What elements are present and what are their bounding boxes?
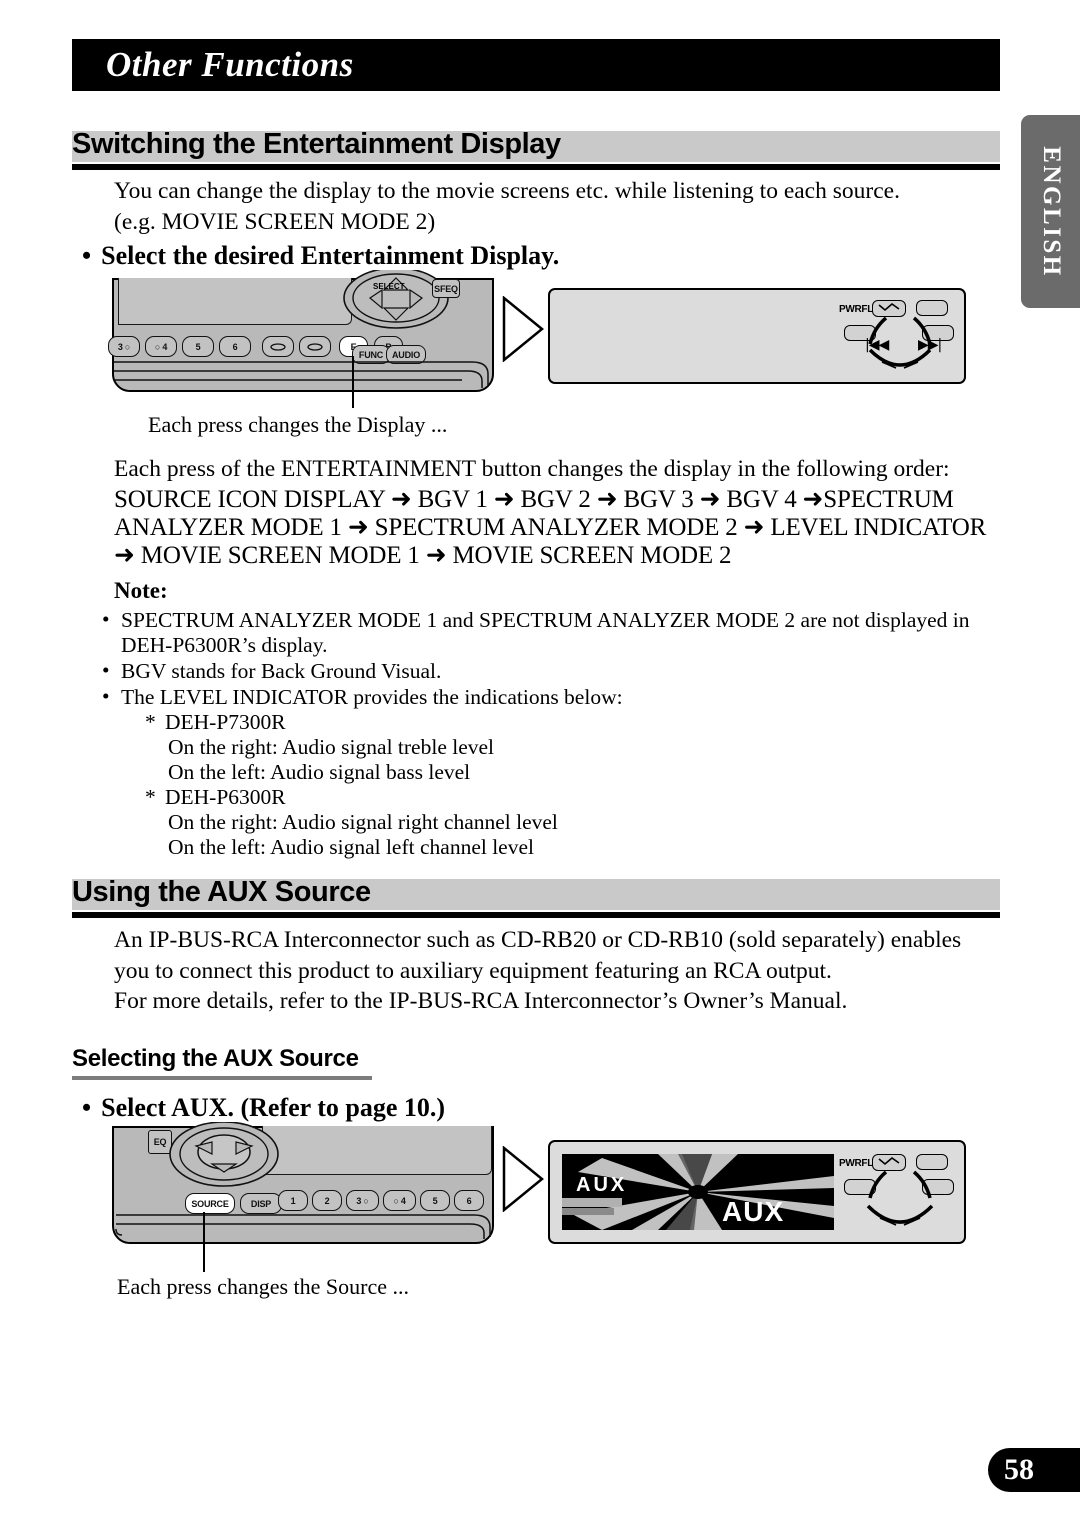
- preset-6-label: 6: [232, 341, 238, 352]
- aux-screen-label-large: AUX: [722, 1196, 785, 1227]
- section-heading-switching-entertainment-display: Switching the Entertainment Display: [72, 128, 1000, 170]
- head-unit-contour-lines: [114, 361, 489, 388]
- note-item-1-line2: DEH-P6300R’s display.: [121, 633, 328, 657]
- section2-bullet: • Select AUX. (Refer to page 10.): [82, 1093, 445, 1123]
- preset-1-label-bottom: 1: [290, 1195, 296, 1206]
- order-line-3: ➜ MOVIE SCREEN MODE 1 ➜ MOVIE SCREEN MOD…: [114, 542, 732, 569]
- section1-bullet: • Select the desired Entertainment Displa…: [82, 241, 559, 271]
- preset-6-label-bottom: 6: [466, 1195, 472, 1206]
- section1-bullet-text: Select the desired Entertainment Display…: [101, 241, 560, 270]
- heading-rule-2: [72, 912, 1000, 918]
- sfeq-label: SFEQ: [434, 283, 458, 294]
- oval-glyph-icon-2: [307, 342, 323, 351]
- note-bullet-icon-2: •: [102, 658, 110, 682]
- display-order-sequence: SOURCE ICON DISPLAY ➜ BGV 1 ➜ BGV 2 ➜ BG…: [114, 486, 994, 570]
- preset-4-label-bottom: ○ 4: [393, 1195, 406, 1206]
- aux-screen: AUX AUX: [562, 1154, 834, 1230]
- transport-arc-icon-top: [868, 316, 932, 369]
- star-icon-1: *: [145, 710, 156, 734]
- note-model-p7300r: * DEH-P7300R: [121, 710, 980, 735]
- bullet-dot-icon-2: •: [82, 1093, 92, 1122]
- preset-3-label: 3 ○: [117, 341, 131, 352]
- preset-4-label: ○ 4: [154, 341, 168, 352]
- note-item-1-line1: SPECTRUM ANALYZER MODE 1 and SPECTRUM AN…: [121, 608, 970, 632]
- subheading-selecting-aux-source: Selecting the AUX Source: [72, 1045, 432, 1080]
- note-item-2-text: BGV stands for Back Ground Visual.: [121, 659, 442, 683]
- order-line-2: ANALYZER MODE 1 ➜ SPECTRUM ANALYZER MODE…: [114, 514, 987, 541]
- note-model-p6300r: * DEH-P6300R: [121, 785, 980, 810]
- display-screen-top-blank: [562, 301, 834, 369]
- head-unit-contour-lines-bottom: [115, 1214, 491, 1239]
- heading-band-2: Using the AUX Source: [72, 876, 1000, 910]
- head-unit-display-window-bottom: [262, 1126, 492, 1175]
- section2-para1-line1: An IP-BUS-RCA Interconnector such as CD-…: [114, 927, 962, 953]
- subheading-text: Selecting the AUX Source: [72, 1045, 359, 1072]
- note-bullet-icon-1: •: [102, 607, 110, 631]
- sfeq-button[interactable]: SFEQ: [432, 279, 460, 298]
- head-unit-display-window: [118, 278, 352, 325]
- note-item-3: • The LEVEL INDICATOR provides the indic…: [100, 684, 980, 860]
- select-label: SELECT: [373, 282, 405, 291]
- bullet-dot-icon: •: [82, 241, 92, 270]
- note-title: Note:: [114, 578, 168, 603]
- note-item-3-text: The LEVEL INDICATOR provides the indicat…: [121, 685, 623, 709]
- aux-screen-label-small: AUX: [576, 1174, 628, 1196]
- heading-band: Switching the Entertainment Display: [72, 128, 1000, 162]
- eq-label: EQ: [153, 1137, 167, 1147]
- preset-3-label-bottom: 3 ○: [356, 1195, 369, 1206]
- note-p7300r-right: On the right: Audio signal treble level: [168, 735, 495, 759]
- display-panel-bottom-aux: AUX AUX PWRFL: [548, 1140, 966, 1244]
- note-model-p6300r-label: DEH-P6300R: [165, 785, 286, 809]
- section-heading-using-aux-source: Using the AUX Source: [72, 876, 1000, 918]
- note-item-1: • SPECTRUM ANALYZER MODE 1 and SPECTRUM …: [100, 607, 980, 658]
- caption-each-press-source: Each press changes the Source ...: [117, 1274, 410, 1299]
- leader-line-source: [203, 1212, 205, 1272]
- note-list: • SPECTRUM ANALYZER MODE 1 and SPECTRUM …: [100, 607, 980, 861]
- section1-intro-line1: You can change the display to the movie …: [114, 178, 900, 204]
- note-bullet-icon-3: •: [102, 684, 110, 708]
- section1-intro-line2: (e.g. MOVIE SCREEN MODE 2): [114, 209, 436, 235]
- subheading-rule: [72, 1076, 372, 1080]
- page-title: Other Functions: [106, 45, 354, 84]
- section2-paragraph-2: For more details, refer to the IP-BUS-RC…: [114, 988, 848, 1014]
- note-p6300r-left: On the left: Audio signal left channel l…: [168, 835, 534, 859]
- preset-2-label-bottom: 2: [324, 1195, 330, 1206]
- page-number: 58: [988, 1448, 1080, 1492]
- star-icon-2: *: [145, 785, 156, 809]
- order-intro: Each press of the ENTERTAINMENT button c…: [114, 456, 950, 482]
- order-line-1: SOURCE ICON DISPLAY ➜ BGV 1 ➜ BGV 2 ➜ BG…: [114, 486, 954, 513]
- preset-5-label: 5: [195, 341, 201, 352]
- page-title-bar: Other Functions: [72, 39, 1000, 91]
- flow-arrow-icon-top: [502, 296, 544, 362]
- section-heading-text: Switching the Entertainment Display: [72, 128, 561, 160]
- volume-dial-icon: [169, 1122, 279, 1187]
- oval-glyph-icon: [270, 342, 286, 351]
- note-p7300r-left: On the left: Audio signal bass level: [168, 760, 471, 784]
- section1-intro: You can change the display to the movie …: [114, 176, 974, 238]
- heading-rule: [72, 164, 1000, 170]
- flow-arrow-icon-bottom: [502, 1146, 544, 1212]
- note-model-p7300r-label: DEH-P7300R: [165, 710, 286, 734]
- note-p6300r-right: On the right: Audio signal right channel…: [168, 810, 558, 834]
- note-item-2: • BGV stands for Back Ground Visual.: [100, 658, 980, 684]
- language-tab-english: ENGLISH: [1021, 115, 1080, 308]
- transport-arc-icon-bottom: [866, 1170, 934, 1226]
- section2-paragraph-1: An IP-BUS-RCA Interconnector such as CD-…: [114, 925, 994, 987]
- caption-each-press-display: Each press changes the Display ...: [148, 412, 448, 437]
- section2-bullet-text: Select AUX. (Refer to page 10.): [101, 1093, 446, 1122]
- section2-heading-text: Using the AUX Source: [72, 876, 371, 908]
- display-panel-top: PWRFL |◀◀ ▶▶|: [548, 288, 966, 384]
- preset-5-label-bottom: 5: [432, 1195, 438, 1206]
- leader-line-entertainment: [352, 356, 354, 408]
- forward-icon-top: ▶▶|: [918, 337, 942, 353]
- language-tab-label: ENGLISH: [1037, 145, 1065, 278]
- section2-para1-line2: you to connect this product to auxiliary…: [114, 958, 832, 984]
- rewind-icon-top: |◀◀: [865, 337, 889, 353]
